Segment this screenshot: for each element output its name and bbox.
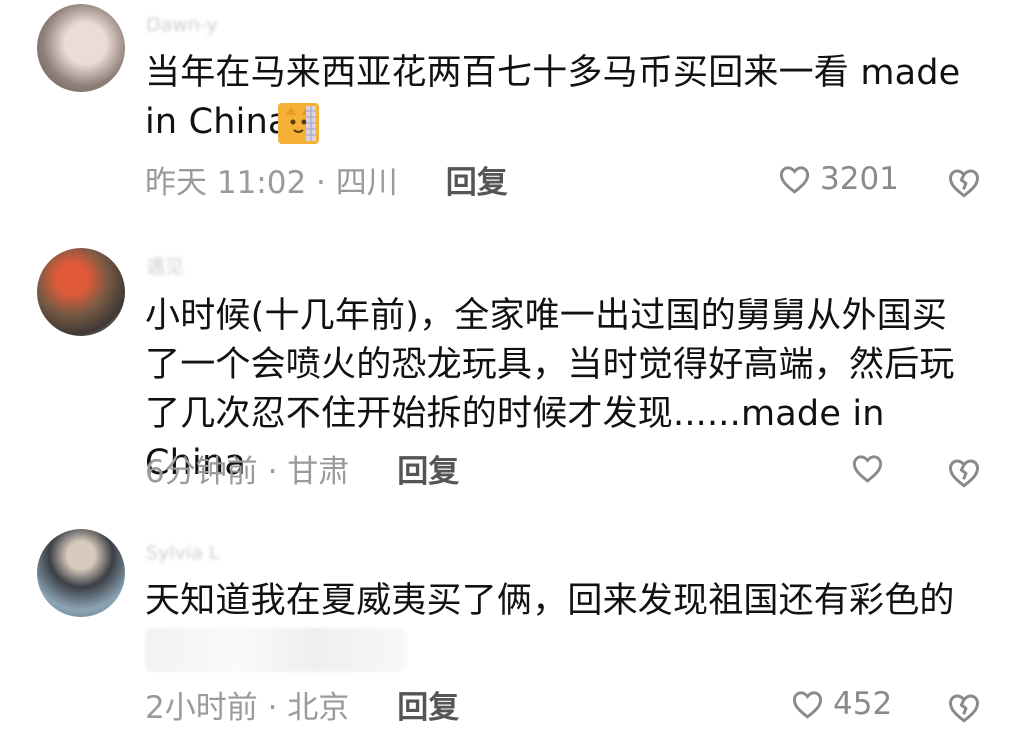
like-button[interactable]: [850, 451, 893, 486]
username[interactable]: Dawn-y: [146, 14, 218, 36]
heart-outline-icon: [779, 166, 810, 194]
blurred-text-placeholder: [145, 628, 407, 672]
like-button[interactable]: 3201: [777, 162, 899, 197]
reply-button[interactable]: 回复: [446, 167, 508, 199]
comment-text: 天知道我在夏威夷买了俩，回来发现祖国还有彩色的: [145, 581, 955, 621]
comment-meta: 2小时前 · 北京 回复: [145, 687, 459, 729]
avatar[interactable]: [37, 529, 125, 617]
cat-face-icon: [278, 103, 319, 144]
heart-outline-icon: [852, 455, 883, 483]
reply-button[interactable]: 回复: [397, 456, 459, 488]
heart-outline-icon: [792, 691, 823, 719]
username[interactable]: Sylvia L: [146, 542, 219, 564]
comment-meta: 昨天 11:02 · 四川 回复: [145, 162, 508, 204]
like-button[interactable]: 452: [790, 687, 892, 722]
time-location: 6分钟前 · 甘肃: [145, 453, 350, 490]
avatar[interactable]: [37, 248, 125, 336]
avatar[interactable]: [37, 4, 125, 92]
time-location: 2小时前 · 北京: [145, 689, 350, 726]
time-location: 昨天 11:02 · 四川: [145, 164, 398, 201]
comment-text: 当年在马来西亚花两百七十多马币买回来一看 made in China: [145, 53, 961, 142]
broken-heart-outline-icon[interactable]: [946, 455, 982, 491]
reply-button[interactable]: 回复: [397, 692, 459, 724]
username[interactable]: 遇见: [146, 256, 184, 278]
broken-heart-outline-icon[interactable]: [946, 690, 982, 726]
like-count: 452: [833, 686, 893, 722]
broken-heart-outline-icon[interactable]: [946, 165, 982, 201]
like-count: 3201: [820, 161, 899, 197]
comment-meta: 6分钟前 · 甘肃 回复: [145, 451, 459, 493]
